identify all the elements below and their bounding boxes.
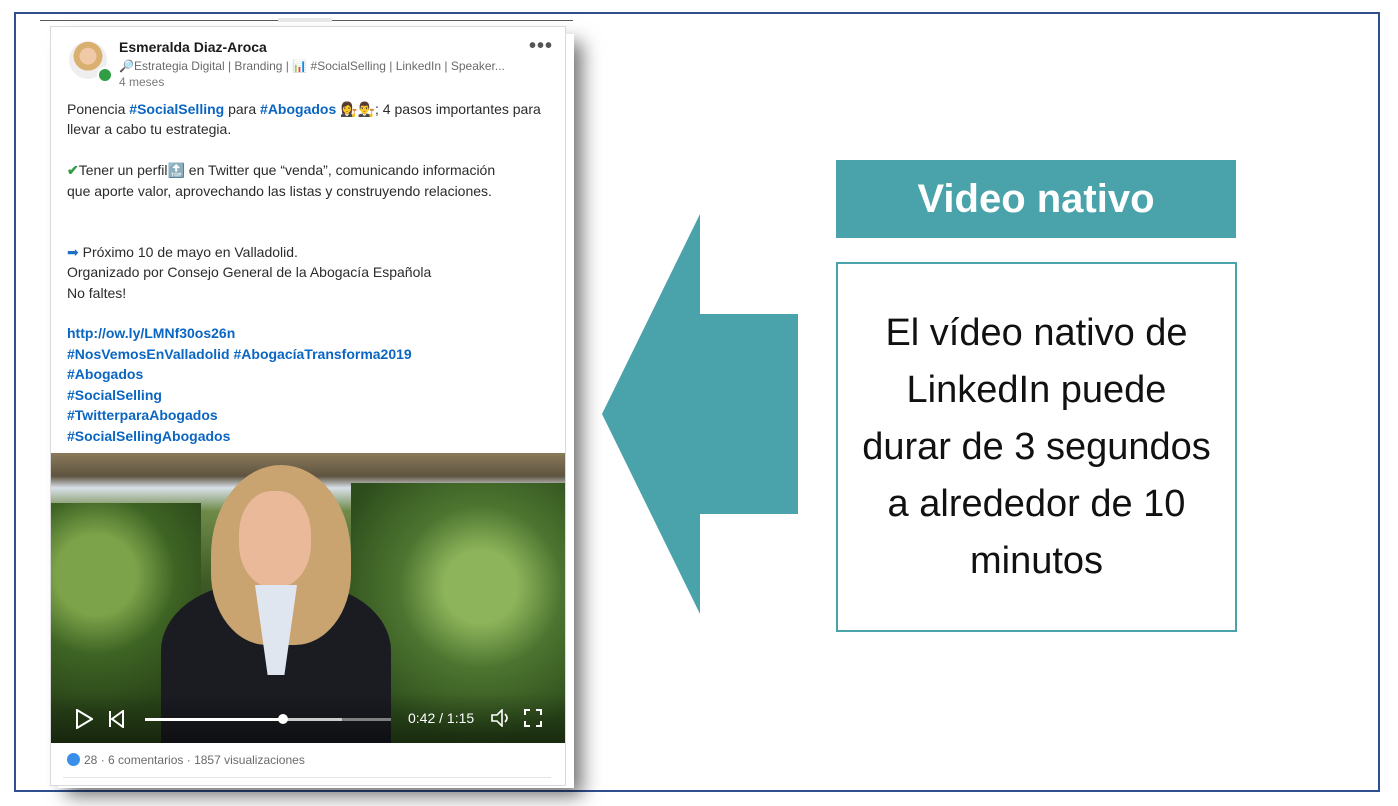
arrow-right-icon: ➡ [67, 243, 79, 260]
comment-count[interactable]: 6 comentarios [108, 753, 183, 767]
reaction-count[interactable]: 28 [84, 753, 97, 767]
body-text: Tener un perfil [78, 162, 168, 179]
body-line: Organizado por Consejo General de la Abo… [67, 264, 432, 281]
footer-divider [63, 777, 551, 778]
progress-bar[interactable] [145, 714, 391, 724]
body-text: 👩‍⚖️👨‍⚖️; 4 pasos importantes para [336, 101, 541, 117]
more-icon[interactable]: ••• [529, 35, 553, 58]
body-line: llevar a cabo tu estrategia. [67, 121, 232, 138]
linkedin-post-card: Esmeralda Diaz-Aroca 🔎Estrategia Digital… [50, 26, 566, 786]
social-counts: 28 · 6 comentarios · 1857 visualizacione… [67, 753, 305, 767]
online-dot-icon [97, 67, 113, 83]
video-player[interactable]: 0:42 / 1:15 [51, 453, 565, 743]
callout-description: El vídeo nativo de LinkedIn puede durar … [836, 262, 1237, 632]
fullscreen-icon[interactable] [524, 709, 542, 727]
body-text: Próximo 10 de mayo en Valladolid. [78, 243, 298, 260]
video-person-face [239, 491, 311, 587]
body-line: ➡ Próximo 10 de mayo en Valladolid. [67, 242, 557, 262]
hashtag-link[interactable]: #TwitterparaAbogados [67, 405, 557, 425]
body-line: ✔Tener un perfil🔝 en Twitter que “venda”… [67, 160, 557, 180]
progress-fill [145, 718, 283, 721]
hashtag-link[interactable]: #NosVemosEnValladolid #AbogacíaTransform… [67, 344, 557, 364]
author-headline: 🔎Estrategia Digital | Branding | 📊 #Soci… [119, 59, 505, 73]
hashtag-link[interactable]: #SocialSellingAbogados [67, 426, 557, 446]
arrow-left-icon [602, 214, 798, 614]
separator: · [183, 753, 195, 767]
check-icon: ✔ [67, 162, 79, 179]
hashtag-link[interactable]: #Abogados [260, 101, 336, 117]
like-icon [67, 753, 80, 766]
hashtag-link[interactable]: #Abogados [67, 364, 557, 384]
previous-icon[interactable] [107, 710, 125, 728]
top-notch [278, 18, 332, 22]
volume-icon[interactable] [491, 709, 513, 727]
body-text: para [224, 101, 261, 117]
body-text: en Twitter que “venda”, comunicando info… [184, 162, 496, 179]
author-name[interactable]: Esmeralda Diaz-Aroca [119, 39, 267, 55]
body-line: No faltes! [67, 284, 127, 301]
body-line: que aporte valor, aprovechando las lista… [67, 182, 492, 199]
hashtag-link[interactable]: #SocialSelling [67, 385, 557, 405]
view-count: 1857 visualizaciones [194, 753, 305, 767]
body-text: Ponencia [67, 101, 130, 117]
hashtag-link[interactable]: #SocialSelling [129, 101, 224, 117]
play-icon[interactable] [75, 709, 93, 729]
top-icon: 🔝 [167, 162, 185, 179]
post-body: Ponencia #SocialSelling para #Abogados 👩… [67, 99, 557, 446]
progress-knob[interactable] [277, 714, 288, 724]
post-time: 4 meses [119, 75, 165, 89]
post-link[interactable]: http://ow.ly/LMNf30os26n [67, 323, 557, 343]
video-controls: 0:42 / 1:15 [51, 693, 565, 743]
body-line: Ponencia #SocialSelling para #Abogados 👩… [67, 99, 557, 119]
time-label: 0:42 / 1:15 [408, 710, 475, 726]
callout-title: Video nativo [836, 160, 1236, 238]
separator: · [97, 753, 109, 767]
